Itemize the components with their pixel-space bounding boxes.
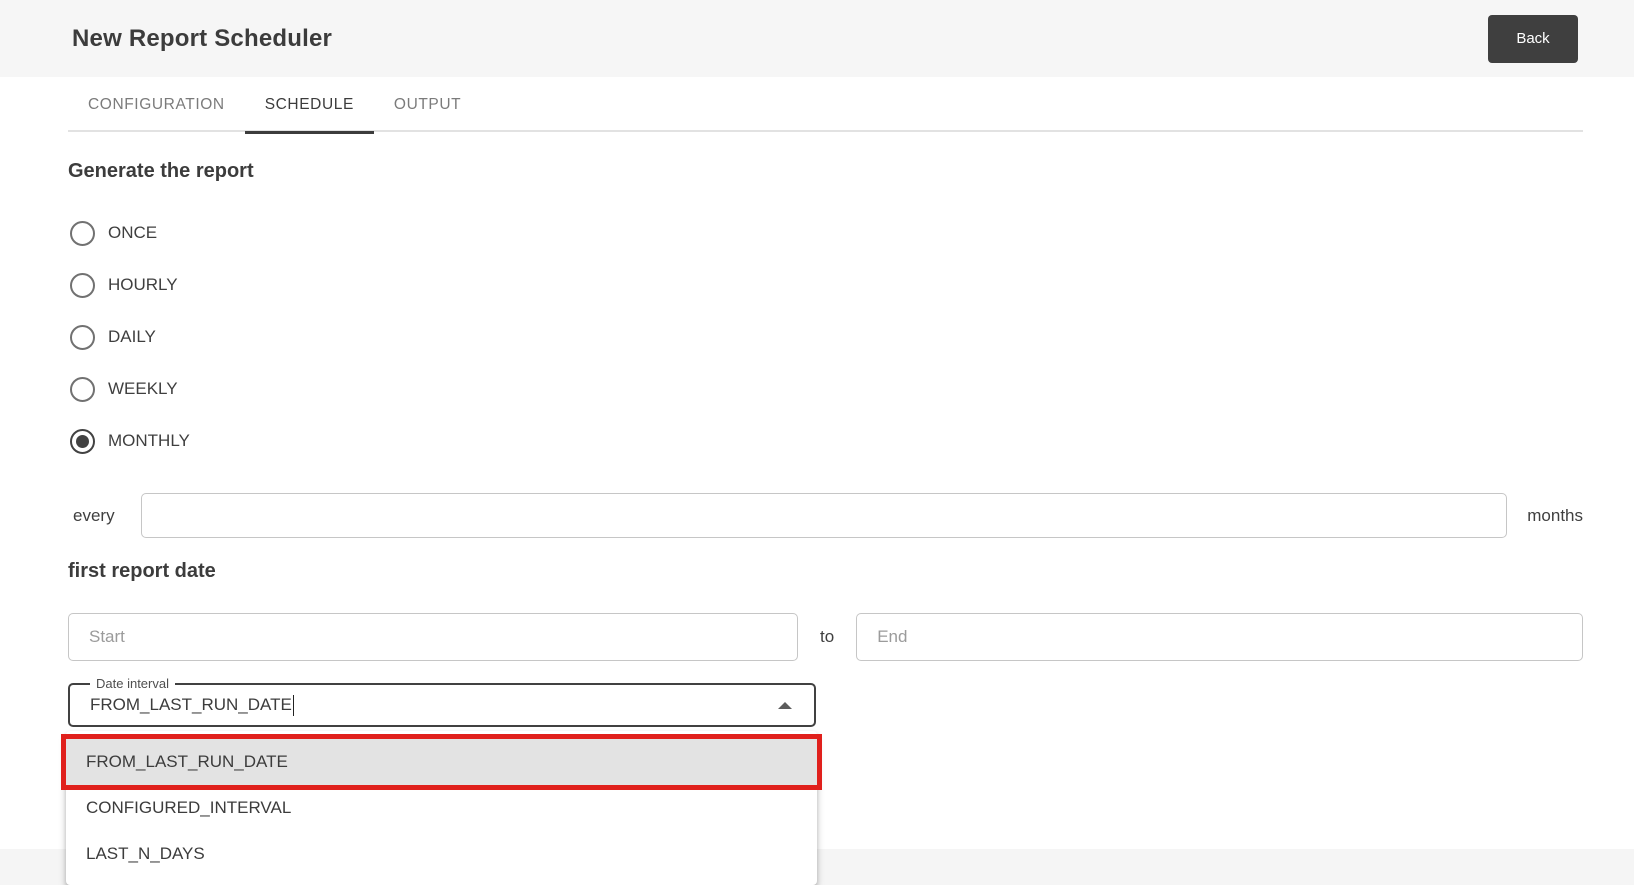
date-interval-field: Date interval FROM_LAST_RUN_DATE FROM_LA…	[61, 676, 822, 885]
option-from-last-run-date[interactable]: FROM_LAST_RUN_DATE	[61, 734, 822, 790]
radio-weekly[interactable]: WEEKLY	[68, 363, 1583, 415]
tab-schedule[interactable]: SCHEDULE	[244, 77, 375, 134]
chevron-up-icon	[778, 702, 792, 709]
radio-once-label: ONCE	[108, 223, 158, 242]
radio-monthly-label: MONTHLY	[108, 431, 190, 450]
radio-daily-label: DAILY	[108, 327, 156, 346]
radio-weekly-label: WEEKLY	[108, 379, 178, 398]
radio-hourly[interactable]: HOURLY	[68, 259, 1583, 311]
tab-configuration[interactable]: CONFIGURATION	[68, 77, 245, 132]
option-configured-interval[interactable]: CONFIGURED_INTERVAL	[66, 785, 817, 831]
radio-monthly[interactable]: MONTHLY	[68, 415, 1583, 467]
to-label: to	[820, 627, 835, 646]
date-range-row: to	[68, 613, 1583, 661]
date-interval-select[interactable]: Date interval FROM_LAST_RUN_DATE	[68, 676, 816, 727]
schedule-form: Generate the report ONCE HOURLY DAILY WE…	[61, 160, 1583, 885]
text-caret	[292, 694, 295, 716]
first-report-date-heading: first report date	[68, 560, 216, 582]
date-interval-dropdown: FROM_LAST_RUN_DATE CONFIGURED_INTERVAL L…	[61, 731, 822, 885]
interval-count-input[interactable]	[140, 493, 1508, 538]
radio-unchecked-icon	[70, 376, 95, 402]
every-label: every	[73, 505, 115, 525]
months-label: months	[1527, 505, 1583, 525]
radio-checked-icon	[70, 428, 95, 454]
tab-output[interactable]: OUTPUT	[374, 77, 481, 132]
tab-bar: CONFIGURATION SCHEDULE OUTPUT	[68, 77, 1583, 134]
interval-row: every months	[68, 493, 1583, 538]
date-interval-value: FROM_LAST_RUN_DATE	[90, 695, 292, 714]
page-title: New Report Scheduler	[72, 24, 333, 52]
radio-unchecked-icon	[70, 324, 95, 350]
generate-report-heading: Generate the report	[68, 160, 254, 182]
option-last-n-days[interactable]: LAST_N_DAYS	[66, 831, 817, 877]
radio-once[interactable]: ONCE	[68, 207, 1583, 259]
radio-hourly-label: HOURLY	[108, 275, 178, 294]
start-date-input[interactable]	[68, 613, 798, 661]
header: New Report Scheduler Back	[0, 0, 1634, 77]
date-interval-label: Date interval	[90, 676, 175, 692]
back-button[interactable]: Back	[1488, 14, 1578, 63]
radio-unchecked-icon	[70, 272, 95, 298]
radio-daily[interactable]: DAILY	[68, 311, 1583, 363]
frequency-radio-group: ONCE HOURLY DAILY WEEKLY MONTHLY	[68, 207, 1583, 467]
radio-unchecked-icon	[70, 220, 95, 246]
end-date-input[interactable]	[856, 613, 1583, 661]
